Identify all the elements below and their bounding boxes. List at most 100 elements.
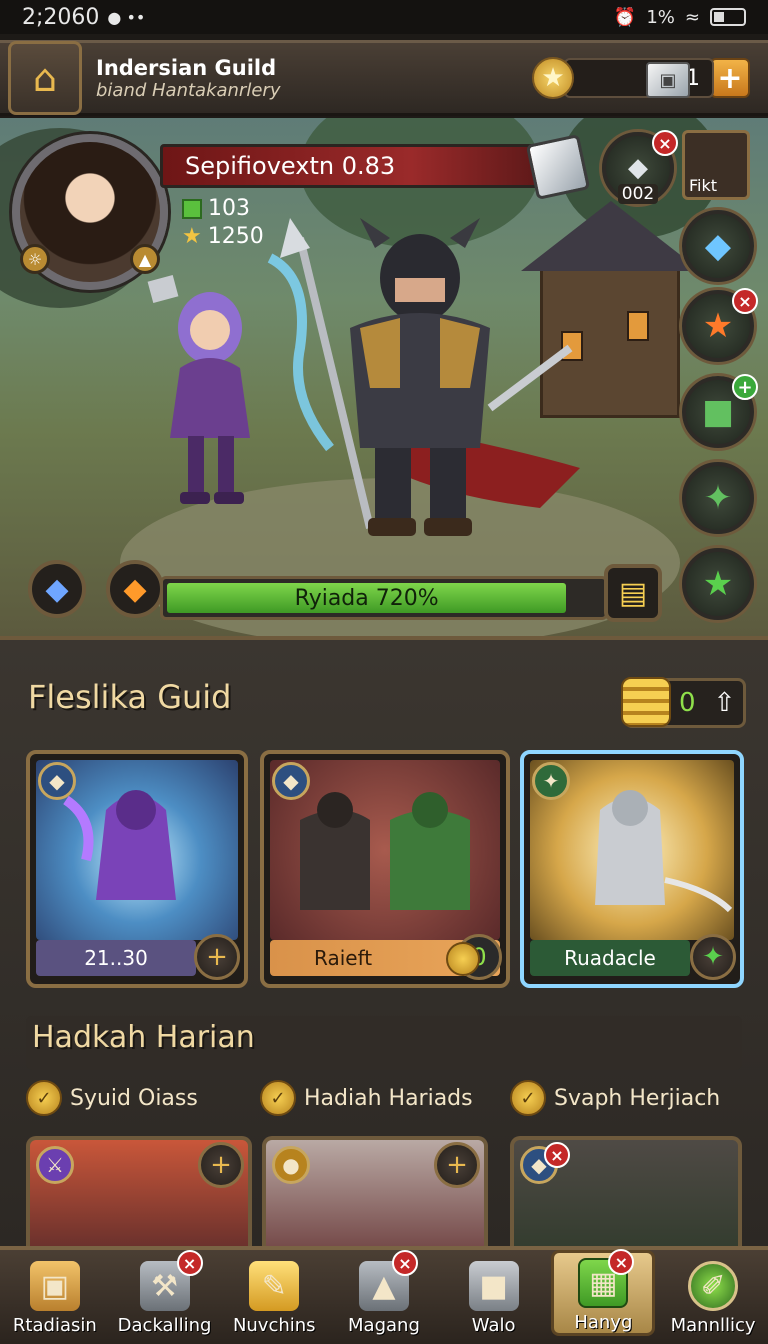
nav-label-4: Walo	[471, 1315, 516, 1336]
add-reward-button[interactable]: +	[434, 1142, 480, 1188]
orange-crystal-icon: ◆	[123, 571, 147, 607]
nav-item-6[interactable]: ✐ Mannllicy	[661, 1250, 765, 1336]
close-badge-icon: ×	[544, 1142, 570, 1168]
crest-left-icon: ☼	[20, 244, 50, 274]
fire-star-icon: ★	[702, 306, 734, 346]
wifi-icon: ≈	[684, 6, 700, 28]
green-orb-icon: ✦	[532, 762, 570, 800]
gold-coin-icon	[446, 942, 480, 976]
status-time: 2;2060	[22, 4, 100, 30]
ticket-icon: ▣	[646, 62, 690, 98]
nav-label-6: Mannllicy	[670, 1315, 756, 1336]
currency-counter: ★ ▣ 1 +	[532, 57, 750, 99]
nav-label-0: Rtadiasin	[12, 1315, 97, 1336]
guild-header: ⌂ Indersian Guild biand Hantakanrlery ★ …	[0, 40, 768, 116]
power-icon	[182, 198, 202, 219]
green-star-button[interactable]: ★	[682, 548, 754, 620]
nav-label-3: Magang	[348, 1315, 420, 1336]
rank-label: 002	[617, 184, 659, 204]
nav-label-1: Dackalling	[117, 1315, 212, 1336]
home-icon: ⌂	[32, 56, 58, 100]
daily-tab-1-label: Syuid Oiass	[70, 1085, 198, 1111]
blue-crystal-button[interactable]: ◆	[28, 560, 86, 618]
guild-panel: Fleslika Guid 0 ⇧ ◆ 21..30 + ◆ Raieft 0 …	[0, 636, 768, 1266]
book-icon: ■	[701, 392, 735, 432]
guild-progress-bar: Ryiada 720%	[160, 576, 608, 620]
feather-icon: ✐	[688, 1261, 739, 1311]
leaf-icon: ✦	[703, 478, 733, 518]
daily-tab-1[interactable]: ✓ Syuid Oiass	[26, 1080, 198, 1116]
panel-title: Fleslika Guid	[28, 678, 232, 716]
nav-item-0[interactable]: ▣ Rtadiasin	[3, 1250, 107, 1336]
add-currency-button[interactable]: +	[710, 58, 750, 98]
blue-orb-icon: ◆	[272, 762, 310, 800]
blue-crystal-icon: ◆	[45, 571, 69, 607]
armor-icon: ■	[468, 1261, 519, 1311]
chest-icon: ✎	[249, 1261, 300, 1311]
hero-card-1[interactable]: ◆ 21..30 +	[26, 750, 248, 988]
scroll-icon: ▤	[618, 575, 648, 611]
confirm-button[interactable]: ✦	[690, 934, 736, 980]
bottom-nav: ▣ Rtadiasin ⚒ × Dackalling ✎ Nuvchins ▲ …	[0, 1246, 768, 1344]
progress-fill: Ryiada 720%	[167, 583, 567, 613]
daily-tab-2-label: Hadiah Hariads	[304, 1085, 473, 1111]
guild-title: Indersian Guild	[96, 55, 277, 80]
book-button[interactable]: ■ +	[682, 374, 758, 448]
fire-star-button[interactable]: ★ ×	[682, 288, 758, 362]
card-3-footer: Ruadacle	[530, 940, 690, 976]
scroll-button[interactable]: ▤	[604, 564, 662, 622]
coin-icon: ✓	[26, 1080, 62, 1116]
orange-crystal-button[interactable]: ◆	[106, 560, 164, 618]
green-star-icon: ★	[702, 564, 734, 604]
coin-orb-icon: ●	[272, 1146, 310, 1184]
daily-title: Hadkah Harian	[32, 1020, 255, 1055]
nav-item-4[interactable]: ■ Walo	[442, 1250, 546, 1336]
power-value: 103	[208, 196, 250, 221]
daily-tab-3-label: Svaph Herjiach	[554, 1085, 721, 1111]
crystal-icon	[525, 133, 591, 201]
rank-button[interactable]: ◆ × 002	[602, 130, 678, 204]
nav-item-5[interactable]: ▦ × Hanyg	[551, 1249, 656, 1336]
hero-scene: ☼ ▲ Sepifiovextn 0.83 103 ★ 1250 ◆ × 002…	[0, 118, 768, 638]
daily-header: Hadkah Harian	[26, 1016, 742, 1070]
close-badge-icon: ×	[608, 1249, 635, 1275]
blue-orb-icon: ◆	[38, 762, 76, 800]
mini-portrait-tag: Fikt	[689, 176, 718, 195]
plus-badge-icon: +	[732, 374, 758, 400]
close-badge-icon: ×	[652, 130, 678, 156]
close-badge-icon: ×	[391, 1250, 418, 1276]
stat-power: 103	[182, 196, 250, 221]
alarm-icon: ⏰	[613, 6, 637, 28]
status-dots: ● ••	[107, 7, 146, 27]
coin-icon: ✓	[260, 1080, 296, 1116]
nav-label-5: Hanyg	[574, 1312, 633, 1333]
guild-subtitle: biand Hantakanrlery	[96, 79, 281, 101]
star-icon: ★	[532, 57, 574, 99]
home-button[interactable]: ⌂	[8, 41, 82, 115]
crest-right-icon: ▲	[130, 244, 160, 274]
star-small-icon: ★	[182, 224, 202, 249]
nav-item-1[interactable]: ⚒ × Dackalling	[113, 1250, 217, 1336]
player-name: Sepifiovextn 0.83	[185, 152, 396, 180]
nav-label-2: Nuvchins	[232, 1315, 316, 1336]
add-reward-button[interactable]: +	[198, 1142, 244, 1188]
nav-item-3[interactable]: ▲ × Magang	[332, 1250, 436, 1336]
upgrade-arrow-icon[interactable]: ⇧	[714, 688, 736, 718]
stat-stars: ★ 1250	[182, 224, 264, 249]
warrior-hero[interactable]	[250, 218, 630, 548]
hero-card-2[interactable]: ◆ Raieft 0	[260, 750, 510, 988]
nav-item-2[interactable]: ✎ Nuvchins	[222, 1250, 326, 1336]
daily-tab-3[interactable]: ✓ Svaph Herjiach	[510, 1080, 720, 1116]
status-bar: 2;2060 ● •• ⏰ 1% ≈	[0, 0, 768, 34]
hero-card-3[interactable]: ✦ Ruadacle ✦	[520, 750, 744, 988]
daily-tab-2[interactable]: ✓ Hadiah Hariads	[260, 1080, 473, 1116]
leaf-button[interactable]: ✦	[682, 462, 754, 534]
add-hero-button[interactable]: +	[194, 934, 240, 980]
blue-gem-button[interactable]: ◆	[682, 210, 754, 282]
mini-portrait[interactable]: Fikt	[682, 130, 750, 200]
player-name-bar: Sepifiovextn 0.83	[160, 133, 591, 201]
box-icon: ▣	[29, 1261, 80, 1311]
coin-icon: ✓	[510, 1080, 546, 1116]
card-2-label: Raieft	[314, 946, 373, 970]
player-avatar[interactable]: ☼ ▲	[12, 134, 168, 290]
